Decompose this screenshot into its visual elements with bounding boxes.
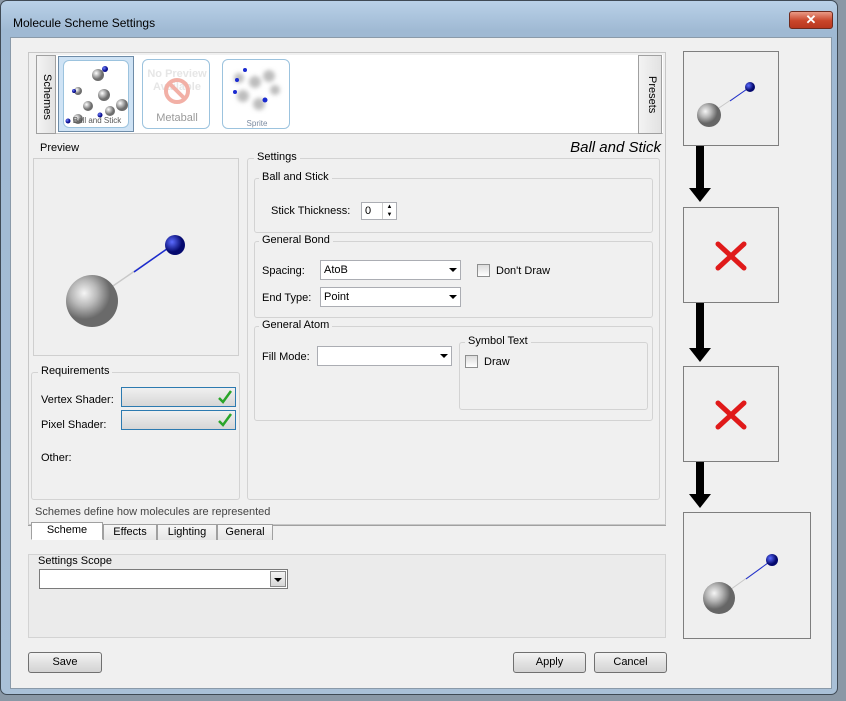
check-icon bbox=[218, 390, 233, 404]
schemes-side-tab-label: Schemes bbox=[41, 74, 53, 120]
end-type-value: Point bbox=[324, 291, 350, 303]
arrow-down-icon bbox=[689, 188, 711, 202]
status-text: Schemes define how molecules are represe… bbox=[35, 506, 271, 518]
vertex-shader-status bbox=[121, 387, 236, 407]
settings-group: Settings Ball and Stick Stick Thickness:… bbox=[247, 151, 660, 500]
stick-thickness-spinner[interactable]: 0 ▲ ▼ bbox=[361, 202, 397, 220]
red-x-icon bbox=[715, 241, 747, 271]
chevron-down-icon bbox=[449, 268, 457, 272]
dont-draw-checkbox[interactable] bbox=[477, 264, 490, 277]
spacing-value: AtoB bbox=[324, 264, 348, 276]
spacing-label: Spacing: bbox=[262, 265, 305, 277]
apply-button[interactable]: Apply bbox=[513, 652, 586, 673]
presets-side-tab-label: Presets bbox=[646, 76, 658, 114]
dropdown-button[interactable] bbox=[270, 571, 286, 587]
general-atom-label: General Atom bbox=[259, 319, 333, 331]
scheme-title: Ball and Stick bbox=[570, 139, 661, 156]
arrow-down-icon bbox=[689, 494, 711, 508]
general-bond-group: General Bond Spacing: AtoB Don't Draw En… bbox=[254, 234, 653, 318]
spin-up-icon[interactable]: ▲ bbox=[382, 203, 396, 211]
symbol-text-group: Symbol Text Draw bbox=[459, 335, 648, 410]
tab-general[interactable]: General bbox=[217, 524, 273, 540]
thumb-caption: Metaball bbox=[156, 112, 198, 124]
settings-scope-label: Settings Scope bbox=[38, 555, 112, 567]
ball-and-stick-result-icon bbox=[703, 554, 778, 614]
end-type-label: End Type: bbox=[262, 292, 312, 304]
flow-step-1 bbox=[683, 51, 779, 146]
flow-step-3 bbox=[683, 366, 779, 462]
ball-and-stick-step-icon bbox=[697, 82, 755, 127]
pixel-shader-status bbox=[121, 410, 236, 430]
close-button[interactable]: ✕ bbox=[789, 11, 833, 29]
chevron-down-icon bbox=[274, 578, 282, 582]
draw-label: Draw bbox=[484, 356, 510, 368]
save-button[interactable]: Save bbox=[28, 652, 102, 673]
scheme-thumb-sprite[interactable]: Sprite bbox=[222, 59, 290, 129]
preview-label: Preview bbox=[40, 142, 80, 154]
dialog-window: Molecule Scheme Settings ✕ Schemes Prese… bbox=[0, 0, 838, 695]
ball-and-stick-label: Ball and Stick bbox=[259, 171, 332, 183]
presets-side-tab[interactable]: Presets bbox=[638, 55, 662, 134]
flow-arrow-2 bbox=[696, 303, 704, 348]
general-bond-label: General Bond bbox=[259, 234, 333, 246]
requirements-group: Requirements Vertex Shader: Pixel Shader… bbox=[31, 365, 240, 500]
thumb-caption: Ball and Stick bbox=[72, 116, 122, 125]
molecule-preview-icon bbox=[66, 235, 185, 327]
check-icon bbox=[218, 413, 233, 427]
spacing-select[interactable]: AtoB bbox=[320, 260, 461, 280]
fill-mode-label: Fill Mode: bbox=[262, 351, 310, 363]
window-title: Molecule Scheme Settings bbox=[13, 16, 156, 30]
settings-scope-panel: Settings Scope bbox=[28, 554, 666, 638]
thumb-frame: Ball and Stick bbox=[63, 60, 129, 128]
tab-label: Effects bbox=[113, 526, 147, 538]
fill-mode-select[interactable] bbox=[317, 346, 452, 366]
preview-viewport[interactable] bbox=[33, 158, 239, 356]
flow-step-4 bbox=[683, 512, 811, 639]
schemes-side-tab[interactable]: Schemes bbox=[36, 55, 56, 134]
arrow-down-icon bbox=[689, 348, 711, 362]
scheme-thumb-metaball[interactable]: No Preview Available Metaball bbox=[142, 59, 210, 129]
red-x-icon bbox=[715, 400, 747, 430]
dont-draw-label: Don't Draw bbox=[496, 265, 551, 277]
tab-scheme[interactable]: Scheme bbox=[31, 522, 103, 540]
general-atom-group: General Atom Fill Mode: Symbol Text Draw bbox=[254, 319, 653, 421]
client-area: Schemes Presets Ball and Stick No Previe… bbox=[10, 37, 832, 689]
no-symbol-icon bbox=[164, 78, 190, 104]
draw-checkbox[interactable] bbox=[465, 355, 478, 368]
scheme-thumb-ball-and-stick[interactable]: Ball and Stick bbox=[58, 56, 134, 132]
flow-arrow-3 bbox=[696, 462, 704, 495]
settings-label: Settings bbox=[254, 151, 300, 163]
settings-scope-select[interactable] bbox=[39, 569, 288, 589]
pixel-shader-label: Pixel Shader: bbox=[41, 419, 107, 431]
end-type-select[interactable]: Point bbox=[320, 287, 461, 307]
tab-lighting[interactable]: Lighting bbox=[157, 524, 217, 540]
tab-label: Scheme bbox=[46, 524, 88, 536]
stick-thickness-value: 0 bbox=[365, 205, 372, 217]
requirements-label: Requirements bbox=[38, 365, 113, 377]
chevron-down-icon bbox=[440, 354, 448, 358]
symbol-text-label: Symbol Text bbox=[465, 335, 531, 347]
tab-effects[interactable]: Effects bbox=[103, 524, 157, 540]
stick-thickness-label: Stick Thickness: bbox=[271, 205, 351, 217]
preview-group: Preview bbox=[31, 142, 241, 360]
flow-step-2 bbox=[683, 207, 779, 303]
chevron-down-icon bbox=[449, 295, 457, 299]
cancel-button[interactable]: Cancel bbox=[594, 652, 667, 673]
tab-label: General bbox=[225, 526, 265, 538]
tab-label: Lighting bbox=[167, 526, 207, 538]
flow-arrow-1 bbox=[696, 146, 704, 188]
ball-and-stick-group: Ball and Stick Stick Thickness: 0 ▲ ▼ bbox=[254, 171, 653, 233]
other-label: Other: bbox=[41, 452, 72, 464]
vertex-shader-label: Vertex Shader: bbox=[41, 394, 114, 406]
thumb-caption: Sprite bbox=[246, 119, 268, 128]
sprite-thumb-icon bbox=[233, 68, 280, 110]
spin-down-icon[interactable]: ▼ bbox=[382, 211, 396, 219]
